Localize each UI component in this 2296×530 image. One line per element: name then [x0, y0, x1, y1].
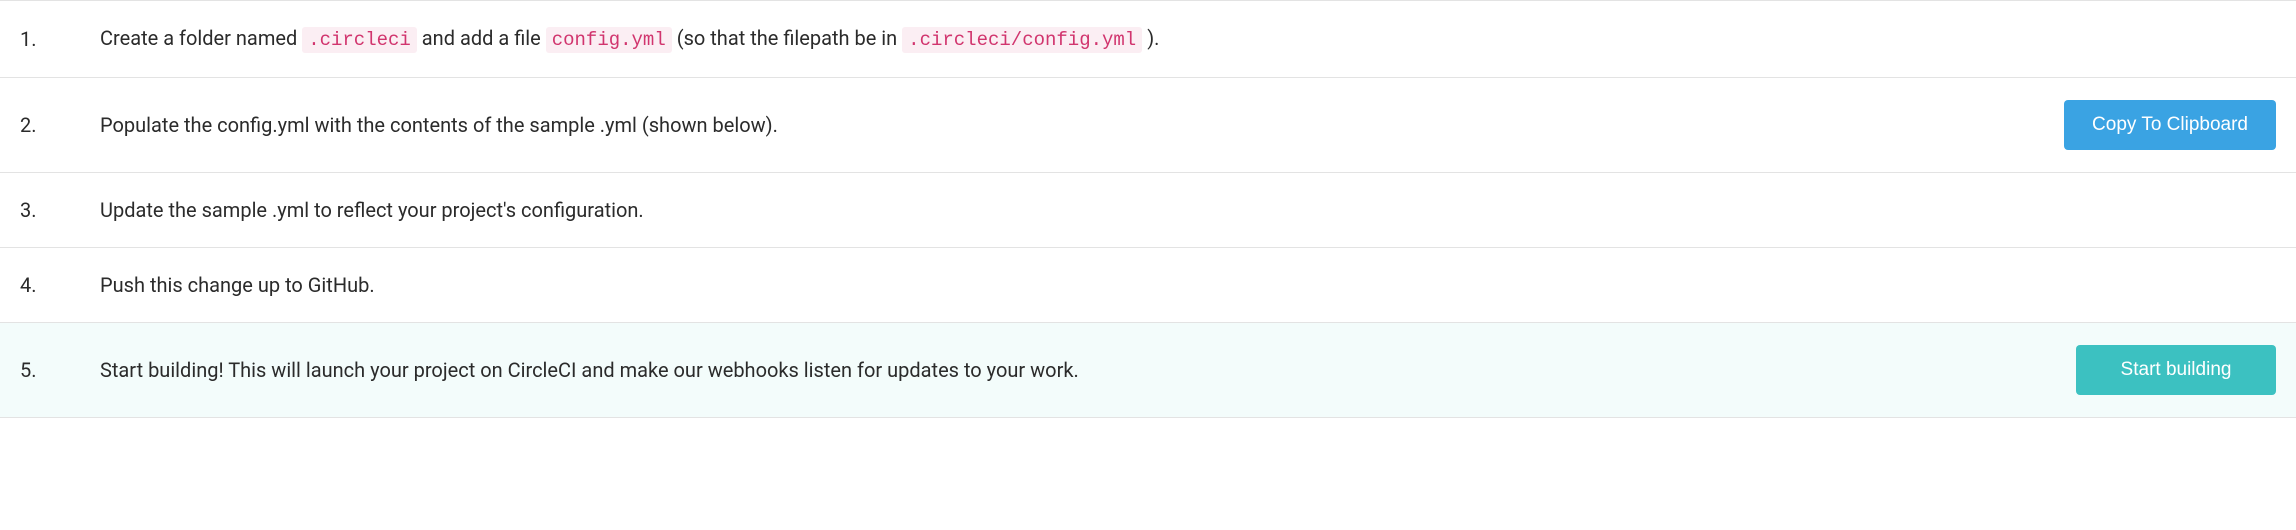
code-snippet: config.yml — [546, 27, 672, 53]
step-text: Create a folder named .circleci and add … — [100, 23, 2276, 55]
step-text-part: ). — [1147, 26, 1159, 50]
step-number: 5. — [20, 358, 100, 382]
step-action: Copy To Clipboard — [2064, 100, 2276, 150]
step-text: Push this change up to GitHub. — [100, 270, 2276, 300]
step-text: Start building! This will launch your pr… — [100, 355, 2056, 385]
step-row: 4. Push this change up to GitHub. — [0, 247, 2296, 322]
code-snippet: .circleci/config.yml — [902, 27, 1142, 53]
start-building-button[interactable]: Start building — [2076, 345, 2276, 395]
step-number: 2. — [20, 113, 100, 137]
setup-steps-list: 1. Create a folder named .circleci and a… — [0, 0, 2296, 418]
step-number: 1. — [20, 27, 100, 51]
step-row: 3. Update the sample .yml to reflect you… — [0, 172, 2296, 247]
step-action: Start building — [2076, 345, 2276, 395]
step-text-part: (so that the filepath be in — [677, 26, 902, 50]
step-row: 5. Start building! This will launch your… — [0, 322, 2296, 418]
step-row: 1. Create a folder named .circleci and a… — [0, 0, 2296, 77]
step-number: 3. — [20, 198, 100, 222]
step-text: Update the sample .yml to reflect your p… — [100, 195, 2276, 225]
code-snippet: .circleci — [302, 27, 417, 53]
step-text-part: and add a file — [422, 26, 546, 50]
step-number: 4. — [20, 273, 100, 297]
step-row: 2. Populate the config.yml with the cont… — [0, 77, 2296, 172]
copy-to-clipboard-button[interactable]: Copy To Clipboard — [2064, 100, 2276, 150]
step-text: Populate the config.yml with the content… — [100, 110, 2044, 140]
step-text-part: Create a folder named — [100, 26, 302, 50]
